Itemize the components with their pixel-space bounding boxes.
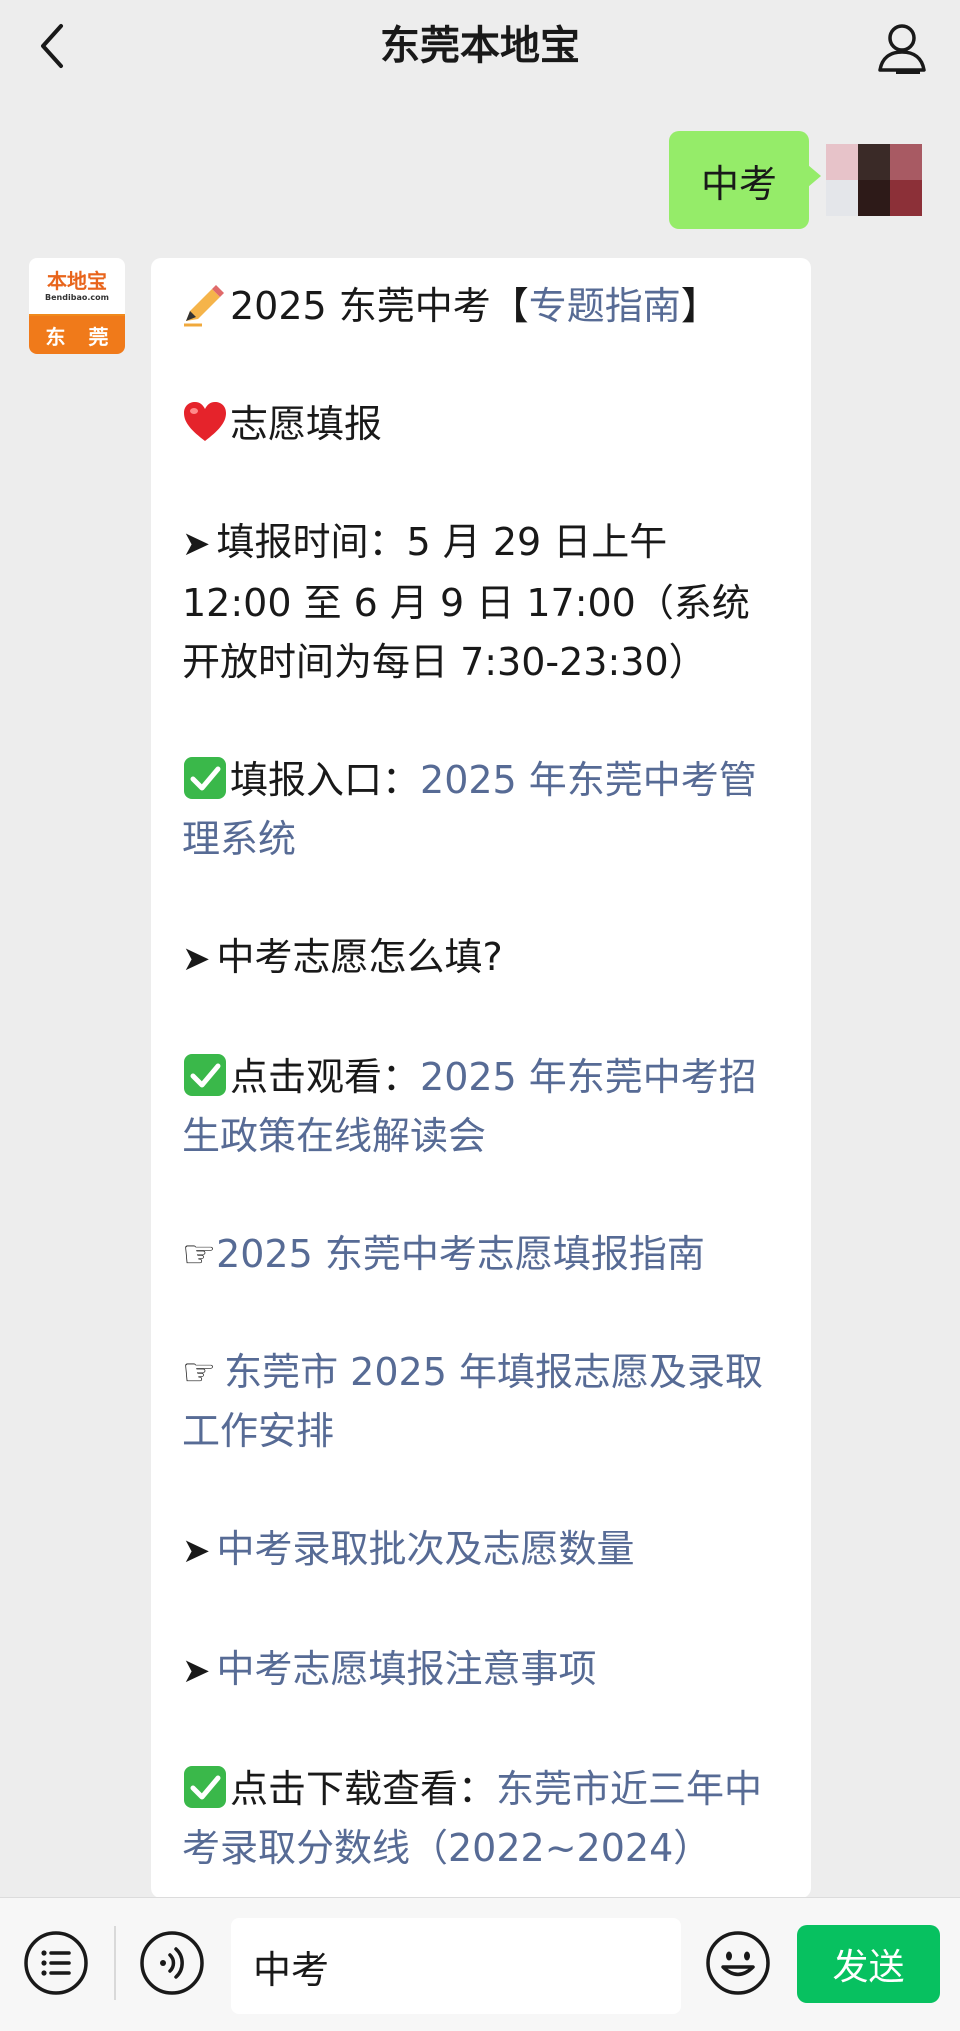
- download-item: 点击下载查看：东莞市近三年中考录取分数线（2022~2024）: [182, 1760, 785, 1878]
- download-label: 点击下载查看：: [230, 1767, 497, 1811]
- user-message-text: 中考: [700, 161, 777, 206]
- batch-item: ➤ 中考录取批次及志愿数量: [182, 1520, 785, 1581]
- voice-icon: [140, 1931, 204, 1995]
- arrow-icon: ➤: [182, 1531, 211, 1571]
- check-mark-icon: [184, 757, 226, 799]
- notice-link[interactable]: 中考志愿填报注意事项: [217, 1647, 597, 1691]
- how-to-item: ➤ 中考志愿怎么填?: [182, 928, 785, 989]
- entry-item: 填报入口：2025 年东莞中考管理系统: [182, 751, 785, 869]
- arrow-icon: ➤: [182, 524, 211, 564]
- guide-item: ☞2025 东莞中考志愿填报指南: [182, 1225, 785, 1284]
- writing-hand-icon: [184, 285, 224, 327]
- message-input[interactable]: [231, 1918, 681, 2014]
- red-heart-icon: [184, 402, 226, 441]
- watch-label: 点击观看：: [230, 1055, 421, 1099]
- bot-message-bubble: 2025 东莞中考【专题指南】 志愿填报 ➤ 填报时间：5 月 29 日上午 12…: [151, 258, 811, 1898]
- pointing-hand-icon: ☞: [182, 1232, 217, 1276]
- message-title: 2025 东莞中考【专题指南】: [182, 277, 785, 336]
- check-mark-icon: [184, 1766, 226, 1808]
- menu-button[interactable]: [22, 1929, 90, 1997]
- title-suffix: 】: [680, 284, 719, 328]
- chat-screen: 东莞本地宝 中考 本地宝 Bendibao.com 东 莞 2025 东莞中考【…: [0, 0, 960, 2031]
- watch-item: 点击观看：2025 年东莞中考招生政策在线解读会: [182, 1048, 785, 1166]
- section-heading: 志愿填报: [182, 395, 785, 454]
- pointing-hand-icon: ☞: [182, 1350, 217, 1394]
- arrangement-item: ☞ 东莞市 2025 年填报志愿及录取工作安排: [182, 1343, 785, 1461]
- arrow-icon: ➤: [182, 939, 211, 979]
- entry-label: 填报入口：: [230, 758, 421, 802]
- bot-avatar[interactable]: 本地宝 Bendibao.com 东 莞: [29, 258, 125, 354]
- arrangement-link[interactable]: 东莞市 2025 年填报志愿及录取工作安排: [182, 1350, 763, 1453]
- divider: [114, 1926, 116, 2000]
- header-bar: 东莞本地宝: [0, 0, 960, 100]
- send-button[interactable]: 发送: [797, 1925, 940, 2003]
- user-message-bubble[interactable]: 中考: [669, 131, 821, 229]
- title-prefix: 2025 东莞中考【: [230, 284, 529, 328]
- bot-logo-text: 本地宝: [47, 269, 107, 293]
- smiley-icon: [706, 1931, 770, 1995]
- chevron-left-icon: [41, 24, 63, 68]
- check-mark-icon: [184, 1054, 226, 1096]
- person-icon: [878, 24, 926, 74]
- arrow-icon: ➤: [182, 1651, 211, 1691]
- emoji-button[interactable]: [704, 1929, 772, 1997]
- voice-button[interactable]: [138, 1929, 206, 1997]
- profile-button[interactable]: [870, 16, 934, 80]
- batch-link[interactable]: 中考录取批次及志愿数量: [217, 1527, 635, 1571]
- fill-time-item: ➤ 填报时间：5 月 29 日上午 12:00 至 6 月 9 日 17:00（系…: [182, 513, 785, 692]
- notice-item: ➤ 中考志愿填报注意事项: [182, 1640, 785, 1701]
- list-menu-icon: [24, 1931, 88, 1995]
- bot-logo-url: Bendibao.com: [45, 293, 109, 302]
- user-avatar[interactable]: [826, 144, 922, 216]
- chat-title: 东莞本地宝: [380, 23, 580, 69]
- how-to-text: 中考志愿怎么填?: [216, 935, 503, 979]
- section-heading-text: 志愿填报: [230, 402, 383, 446]
- bot-city-label: 东 莞: [29, 316, 125, 354]
- input-bar: 发送: [0, 1897, 960, 2031]
- topic-guide-link[interactable]: 专题指南: [529, 284, 681, 328]
- fill-time-text: 填报时间：5 月 29 日上午 12:00 至 6 月 9 日 17:00（系统…: [182, 520, 750, 684]
- fill-guide-link[interactable]: 2025 东莞中考志愿填报指南: [216, 1232, 705, 1276]
- back-button[interactable]: [22, 14, 82, 78]
